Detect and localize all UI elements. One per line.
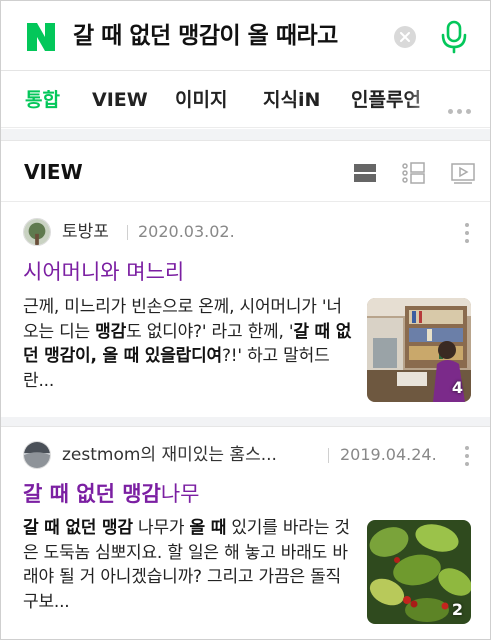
excerpt-segment: 나무가: [132, 518, 190, 538]
tab-knowledge-in[interactable]: 지식iN: [263, 88, 320, 112]
search-bar: 갈 때 없던 맹감이 올 때라고: [1, 1, 490, 71]
clear-search-button[interactable]: [394, 26, 416, 48]
post-excerpt[interactable]: 근께, 미느리가 빈손으로 온께, 시어머니가 '너 오는 디는 맹감도 없디야…: [23, 295, 353, 393]
list-view-icon[interactable]: [353, 162, 377, 184]
excerpt-highlight: 맹감: [95, 321, 127, 342]
tab-all[interactable]: 통합: [25, 88, 60, 112]
tab-fade: [406, 72, 446, 127]
search-tabs: 통합 VIEW 이미지 지식iN 인플루언: [1, 72, 490, 128]
post-title-segment: 시어머니와 며느리: [23, 260, 185, 284]
post-date: 2020.03.02.: [138, 222, 235, 241]
excerpt-highlight: 올 때: [189, 518, 227, 538]
post-gap: [1, 417, 490, 427]
section-gap: [1, 129, 490, 141]
post-title-segment: 나무: [160, 482, 200, 506]
image-count-badge: 4: [451, 378, 463, 397]
post-thumbnail[interactable]: 4: [367, 298, 471, 402]
meta-separator: [127, 225, 128, 240]
text-list-icon[interactable]: [401, 162, 425, 184]
post-date: 2019.04.24.: [340, 445, 437, 464]
close-icon: [400, 32, 410, 42]
naver-logo-icon[interactable]: [25, 21, 57, 53]
image-count-badge: 2: [451, 600, 463, 619]
post-author[interactable]: 토방포: [62, 220, 109, 244]
avatar[interactable]: [23, 218, 51, 246]
post-more-icon[interactable]: [464, 446, 470, 470]
section-divider: [1, 201, 490, 202]
section-title: VIEW: [24, 160, 83, 184]
video-view-icon[interactable]: [451, 162, 475, 184]
post-title-highlight: 갈 때 없던 맹감: [23, 482, 161, 506]
post-more-icon[interactable]: [464, 223, 470, 247]
post-excerpt[interactable]: 갈 때 없던 맹감 나무가 올 때 있기를 바라는 것은 도둑놈 심뽀지요. 할…: [23, 516, 353, 614]
post-title[interactable]: 갈 때 없던 맹감나무: [23, 480, 200, 508]
post-author[interactable]: zestmom의 재미있는 홈스...: [62, 443, 277, 467]
search-input[interactable]: 갈 때 없던 맹감이 올 때라고: [73, 20, 383, 52]
microphone-icon[interactable]: [441, 20, 467, 54]
excerpt-segment: 도 없디야?' 라고 한께, ': [126, 321, 294, 342]
meta-separator: [328, 448, 329, 463]
excerpt-highlight: 갈 때 없던 맹감: [23, 518, 133, 538]
post-title[interactable]: 시어머니와 며느리: [23, 258, 184, 286]
post-thumbnail[interactable]: 2: [367, 520, 471, 624]
more-tabs-icon[interactable]: [448, 99, 475, 118]
tab-view[interactable]: VIEW: [92, 88, 148, 112]
avatar[interactable]: [23, 441, 51, 469]
tab-image[interactable]: 이미지: [175, 88, 227, 112]
